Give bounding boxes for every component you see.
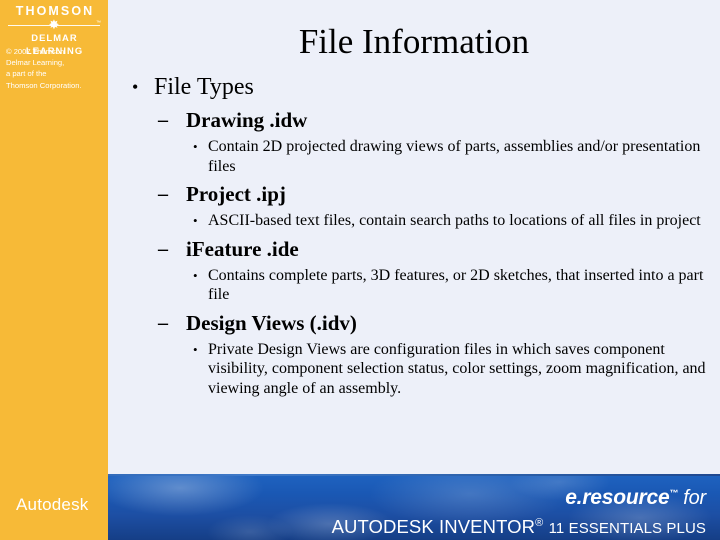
list-item: • Private Design Views are configuration… <box>108 340 720 399</box>
list-item-label: Contains complete parts, 3D features, or… <box>208 266 704 304</box>
list-item-label: Design Views (.idv) <box>186 310 357 335</box>
list-item-label: Contain 2D projected drawing views of pa… <box>208 138 701 175</box>
footer-band: e.resource™ for AUTODESK INVENTOR® 11 ESS… <box>0 474 720 540</box>
star-icon: ✸ <box>48 18 60 33</box>
list-item: – Project .ipj <box>108 180 720 208</box>
list-item: – Drawing .idw <box>108 106 720 134</box>
product-name-suffix: 11 ESSENTIALS PLUS <box>548 520 706 538</box>
slide-canvas: e.resource™ for AUTODESK INVENTOR® 11 ESS… <box>0 0 720 540</box>
page-title: File Information <box>298 22 530 61</box>
product-title-line: AUTODESK INVENTOR® 11 ESSENTIALS PLUS <box>332 511 706 540</box>
trademark-icon: ™ <box>669 488 679 498</box>
bullet-icon: • <box>193 213 198 228</box>
eresource-wordmark: e.resource <box>565 486 670 509</box>
autodesk-wordmark: Autodesk <box>16 495 89 514</box>
list-item-label: Drawing .idw <box>186 108 308 132</box>
list-item: – iFeature .ide <box>108 235 720 263</box>
copyright-line: Thomson Corporation. <box>6 80 82 90</box>
dash-icon: – <box>158 109 168 131</box>
logo-trademark-icon: ™ <box>96 20 101 26</box>
list-item-label: Private Design Views are configuration f… <box>208 340 706 397</box>
dash-icon: – <box>158 237 168 260</box>
bullet-icon: • <box>193 267 198 283</box>
list-item: • File Types <box>108 72 720 102</box>
brand-for-word: for <box>683 487 706 509</box>
footer-top-edge <box>0 474 720 476</box>
sidebar: THOMSON ✸ ™ DELMAR LEARNING © 2007 Thoms… <box>0 0 108 540</box>
slide-content: File Information • File Types – Drawing … <box>108 0 720 474</box>
list-item: – Design Views (.idv) <box>108 309 720 337</box>
logo-divider: ✸ ™ <box>6 18 102 33</box>
copyright-notice: © 2007 Thomson Delmar Learning, a part o… <box>6 46 106 91</box>
bullet-icon: • <box>193 341 198 357</box>
list-item-label: ASCII-based text files, contain search p… <box>208 212 701 229</box>
dash-icon: – <box>158 183 168 205</box>
list-item-label: iFeature .ide <box>186 236 299 261</box>
list-item: • Contain 2D projected drawing views of … <box>108 137 720 176</box>
copyright-line: © 2007 Thomson <box>6 47 65 56</box>
list-item: • ASCII-based text files, contain search… <box>108 211 720 231</box>
bullet-icon: • <box>193 139 198 154</box>
list-item-label: Project .ipj <box>186 182 286 206</box>
copyright-line: a part of the <box>6 69 47 79</box>
list-item-label: File Types <box>154 74 254 100</box>
bullet-icon: • <box>132 77 139 97</box>
footer-brand-block: e.resource™ for AUTODESK INVENTOR® 11 ESS… <box>332 480 707 540</box>
thomson-wordmark: THOMSON <box>15 4 95 18</box>
eresource-brand-line: e.resource™ for <box>332 480 706 511</box>
list-item: • Contains complete parts, 3D features, … <box>108 266 720 305</box>
dash-icon: – <box>158 311 168 334</box>
registered-icon: ® <box>535 517 544 529</box>
product-name-prefix: AUTODESK INVENTOR <box>331 516 536 538</box>
bullet-list: • File Types – Drawing .idw • Contain 2D… <box>108 72 720 398</box>
copyright-line: Delmar Learning, <box>6 58 65 68</box>
